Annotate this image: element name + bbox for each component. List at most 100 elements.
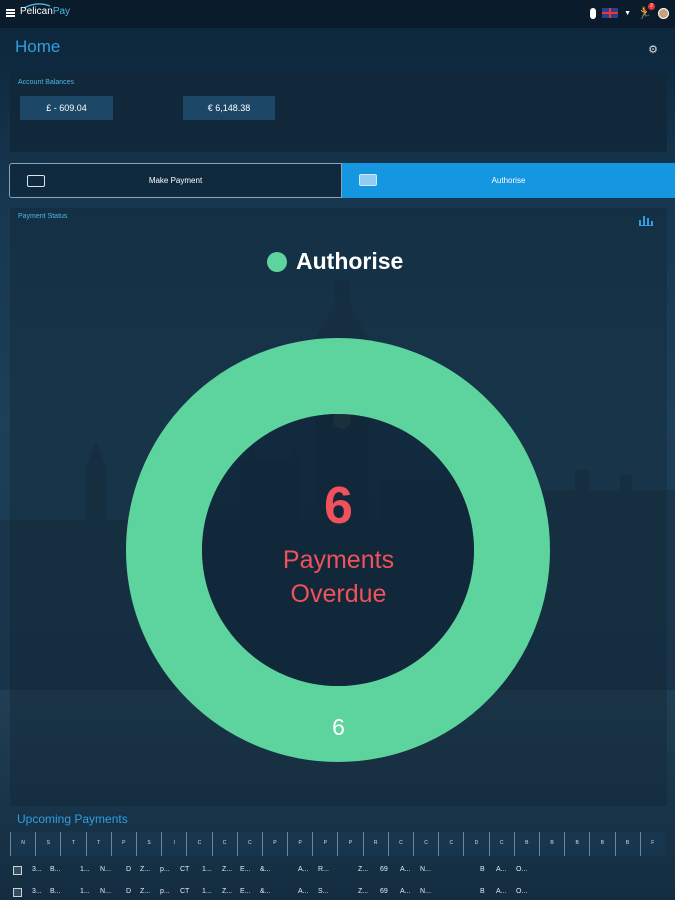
- table-cell: B: [480, 888, 485, 895]
- table-cell: R...: [318, 866, 329, 873]
- table-row[interactable]: 3... B... 1... N... D Z... p... CT 1... Z... E... &…: [10, 864, 665, 878]
- column-header[interactable]: B: [614, 832, 640, 856]
- column-header[interactable]: D: [463, 832, 489, 856]
- column-header[interactable]: S: [35, 832, 61, 856]
- upcoming-payments-title: Upcoming Payments: [17, 812, 128, 826]
- overdue-count: 6: [324, 477, 353, 535]
- legend-dot-authorise: [267, 251, 287, 272]
- column-header[interactable]: C: [186, 832, 212, 856]
- column-header[interactable]: B: [589, 832, 615, 856]
- slice-value-label: 6: [332, 714, 345, 740]
- table-cell: O...: [516, 866, 528, 873]
- table-cell: A...: [400, 866, 411, 873]
- settings-sliders-icon[interactable]: ⚙: [648, 43, 658, 56]
- column-header[interactable]: P: [312, 832, 338, 856]
- column-header[interactable]: C: [211, 832, 237, 856]
- table-cell: 1...: [202, 888, 212, 895]
- runner-icon[interactable]: 🏃 2: [637, 3, 655, 20]
- table-cell: 1...: [80, 866, 90, 873]
- table-cell: 3...: [32, 888, 42, 895]
- table-cell: p...: [160, 888, 170, 895]
- table-cell: N...: [420, 888, 431, 895]
- table-cell: 1...: [80, 888, 90, 895]
- column-header[interactable]: P: [337, 832, 363, 856]
- account-balances-panel: Account Balances £ - 609.04 € 6,148.38: [10, 72, 667, 152]
- table-cell: O...: [516, 888, 528, 895]
- column-header[interactable]: P: [287, 832, 313, 856]
- overdue-text-line2: Overdue: [290, 580, 387, 608]
- table-cell: B: [480, 866, 485, 873]
- table-cell: Z...: [222, 866, 233, 873]
- table-cell: CT: [180, 866, 190, 873]
- payment-status-panel: Payment Status Authorise 6 Payments Over…: [10, 208, 667, 806]
- column-header[interactable]: C: [387, 832, 413, 856]
- account-balances-label: Account Balances: [18, 79, 75, 86]
- table-row[interactable]: 3... B... 1... N... D Z... p... CT 1... Z... E... &…: [10, 886, 665, 900]
- table-cell: &...: [260, 888, 271, 895]
- column-header[interactable]: C: [413, 832, 439, 856]
- bar-chart-icon[interactable]: [639, 214, 653, 226]
- table-cell: 69: [380, 888, 388, 895]
- tab-make-payment[interactable]: Make Payment: [9, 163, 342, 198]
- table-cell: A...: [400, 888, 411, 895]
- column-header[interactable]: T: [60, 832, 86, 856]
- table-cell: N...: [100, 888, 111, 895]
- app-logo[interactable]: PelicanPay: [20, 6, 70, 17]
- table-cell: Z...: [222, 888, 233, 895]
- column-header[interactable]: N: [10, 832, 36, 856]
- table-cell: S...: [318, 888, 329, 895]
- column-header[interactable]: C: [488, 832, 514, 856]
- chevron-down-icon[interactable]: ▼: [624, 10, 631, 17]
- table-cell: &...: [260, 866, 271, 873]
- balance-eur[interactable]: € 6,148.38: [183, 96, 275, 120]
- menu-icon[interactable]: [6, 9, 15, 17]
- table-cell: B...: [50, 888, 61, 895]
- row-checkbox[interactable]: [13, 866, 22, 875]
- logo-accent: Pay: [52, 6, 71, 17]
- tab-authorise[interactable]: Authorise: [342, 163, 675, 198]
- table-cell: 1...: [202, 866, 212, 873]
- column-header[interactable]: B: [538, 832, 565, 856]
- uk-flag-icon[interactable]: [602, 8, 619, 18]
- mic-icon[interactable]: [590, 7, 597, 19]
- tab-authorise-label: Authorise: [491, 176, 526, 185]
- table-cell: E...: [240, 866, 251, 873]
- table-cell: Z...: [140, 866, 151, 873]
- column-header[interactable]: F: [639, 832, 665, 856]
- avatar[interactable]: [658, 7, 669, 19]
- table-cell: 69: [380, 866, 388, 873]
- column-header[interactable]: R: [362, 832, 388, 856]
- top-bar-actions: ▼ 🏃 2: [590, 3, 669, 20]
- column-header[interactable]: B: [513, 832, 539, 856]
- table-cell: Z...: [358, 888, 369, 895]
- column-header[interactable]: C: [438, 832, 464, 856]
- tab-make-payment-label: Make Payment: [148, 176, 203, 185]
- table-cell: N...: [100, 866, 111, 873]
- legend-label-authorise: Authorise: [296, 248, 404, 274]
- column-header[interactable]: S: [135, 832, 162, 856]
- payment-tabs: Make Payment Authorise: [9, 163, 675, 198]
- column-header[interactable]: P: [261, 832, 288, 856]
- table-cell: A...: [298, 888, 309, 895]
- column-header[interactable]: T: [85, 832, 111, 856]
- table-cell: A...: [496, 888, 507, 895]
- table-cell: A...: [496, 866, 507, 873]
- money-icon: [27, 175, 45, 187]
- table-cell: B...: [50, 866, 61, 873]
- column-header[interactable]: B: [564, 832, 590, 856]
- overdue-text-line1: Payments: [282, 546, 395, 574]
- top-bar: PelicanPay ▼ 🏃 2: [0, 0, 675, 28]
- column-header[interactable]: P: [110, 832, 136, 856]
- table-cell: D: [126, 866, 132, 873]
- row-checkbox[interactable]: [13, 888, 22, 897]
- notification-badge: 2: [648, 3, 655, 10]
- chart-legend[interactable]: Authorise: [267, 248, 403, 275]
- logo-text: Pelican: [20, 6, 53, 17]
- column-header[interactable]: I: [161, 832, 187, 856]
- table-cell: CT: [180, 888, 190, 895]
- table-cell: D: [126, 888, 132, 895]
- page-title: Home: [15, 37, 61, 56]
- column-header[interactable]: C: [236, 832, 262, 856]
- table-cell: 3...: [32, 866, 42, 873]
- balance-gbp[interactable]: £ - 609.04: [20, 96, 113, 120]
